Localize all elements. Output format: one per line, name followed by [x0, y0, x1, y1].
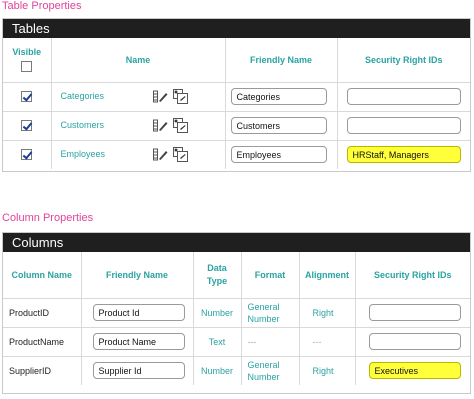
visible-cell [3, 82, 52, 112]
alignment-cell: --- [299, 327, 356, 357]
friendly-name-input[interactable]: Employees [230, 146, 327, 164]
security-cell [355, 298, 470, 328]
pencil-icon[interactable] [153, 119, 168, 132]
alignment-cell[interactable]: Right [299, 356, 356, 385]
columns-grid: Column Name Friendly Name Data Type Form… [3, 252, 470, 385]
friendly-name-input[interactable]: Customers [230, 117, 327, 134]
table-name-link[interactable]: Categories [61, 91, 151, 101]
column-name-cell: SupplierID [3, 356, 82, 385]
format-cell: General Number [241, 356, 300, 385]
table-row: SupplierID Supplier Id Number General Nu… [3, 356, 470, 385]
format-link[interactable]: General Number [248, 301, 288, 325]
data-type-cell[interactable]: Text [193, 327, 242, 357]
visible-checkbox-employees[interactable] [21, 149, 33, 161]
data-type-cell[interactable]: Number [193, 356, 242, 385]
name-cell: Categories [51, 82, 226, 112]
security-header: Security Right IDs [355, 252, 470, 299]
visible-checkbox-customers[interactable] [21, 120, 33, 132]
tables-panel: Tables Visible Name Friendly Name Securi… [2, 18, 471, 172]
friendly-name-header: Friendly Name [81, 252, 194, 299]
friendly-name-cell: Customers [225, 111, 338, 141]
visible-cell [3, 111, 52, 141]
name-cell: Customers [51, 111, 226, 141]
copy-icon[interactable] [173, 147, 189, 163]
format-header: Format [241, 252, 300, 299]
friendly-name-column-header: Friendly Name [225, 38, 338, 83]
columns-panel: Columns Column Name Friendly Name Data T… [2, 232, 471, 394]
security-cell [337, 82, 470, 112]
friendly-name-cell: Employees [225, 140, 338, 169]
friendly-name-cell: Categories [225, 82, 338, 112]
column-properties-caption: Column Properties [2, 212, 94, 224]
table-name-link[interactable]: Employees [61, 149, 151, 159]
table-row: ProductName Product Name Text --- --- [3, 327, 470, 357]
visible-column-header: Visible [3, 38, 52, 83]
data-type-header: Data Type [193, 252, 242, 299]
security-cell [355, 327, 470, 357]
columns-header: Columns [3, 233, 470, 252]
select-all-visible-checkbox[interactable] [21, 61, 33, 73]
alignment-header: Alignment [299, 252, 356, 299]
format-cell: --- [241, 327, 300, 357]
security-rights-input[interactable] [346, 117, 461, 134]
data-type-cell[interactable]: Number [193, 298, 242, 328]
friendly-name-cell: Supplier Id [81, 356, 194, 385]
tables-header: Tables [3, 19, 470, 38]
visible-cell [3, 140, 52, 169]
tables-grid: Visible Name Friendly Name Security Righ… [3, 38, 470, 169]
friendly-name-input[interactable]: Categories [230, 88, 327, 105]
security-rights-input[interactable]: HRStaff, Managers [346, 146, 461, 164]
column-security-rights-input[interactable]: Executives [368, 362, 461, 380]
table-properties-caption: Table Properties [2, 0, 82, 12]
copy-icon[interactable] [173, 118, 189, 133]
name-column-header: Name [51, 38, 226, 83]
column-friendly-name-input[interactable]: Supplier Id [92, 362, 185, 380]
security-cell: Executives [355, 356, 470, 385]
visible-checkbox-categories[interactable] [21, 91, 33, 103]
format-cell: General Number [241, 298, 300, 328]
column-friendly-name-input[interactable]: Product Name [92, 333, 185, 350]
column-security-rights-input[interactable] [368, 304, 461, 321]
friendly-name-cell: Product Name [81, 327, 194, 357]
format-link[interactable]: General Number [248, 359, 288, 383]
pencil-icon[interactable] [153, 148, 168, 161]
friendly-name-cell: Product Id [81, 298, 194, 328]
alignment-cell[interactable]: Right [299, 298, 356, 328]
column-name-cell: ProductName [3, 327, 82, 357]
copy-icon[interactable] [173, 89, 189, 104]
column-name-cell: ProductID [3, 298, 82, 328]
data-type-header-label: Data Type [206, 262, 228, 286]
security-cell [337, 111, 470, 141]
table-row: Categories Categories [3, 82, 470, 112]
column-security-rights-input[interactable] [368, 333, 461, 350]
table-name-link[interactable]: Customers [61, 120, 151, 130]
visible-header-label: Visible [12, 47, 42, 58]
name-cell: Employees [51, 140, 226, 169]
security-rights-input[interactable] [346, 88, 461, 105]
table-row: Customers Customers [3, 111, 470, 141]
pencil-icon[interactable] [153, 90, 168, 103]
security-column-header: Security Right IDs [337, 38, 470, 83]
table-row: ProductID Product Id Number General Numb… [3, 298, 470, 328]
security-cell: HRStaff, Managers [337, 140, 470, 169]
column-friendly-name-input[interactable]: Product Id [92, 304, 185, 321]
column-name-header: Column Name [3, 252, 82, 299]
table-row: Employees Employees HRStaff, Managers [3, 140, 470, 169]
